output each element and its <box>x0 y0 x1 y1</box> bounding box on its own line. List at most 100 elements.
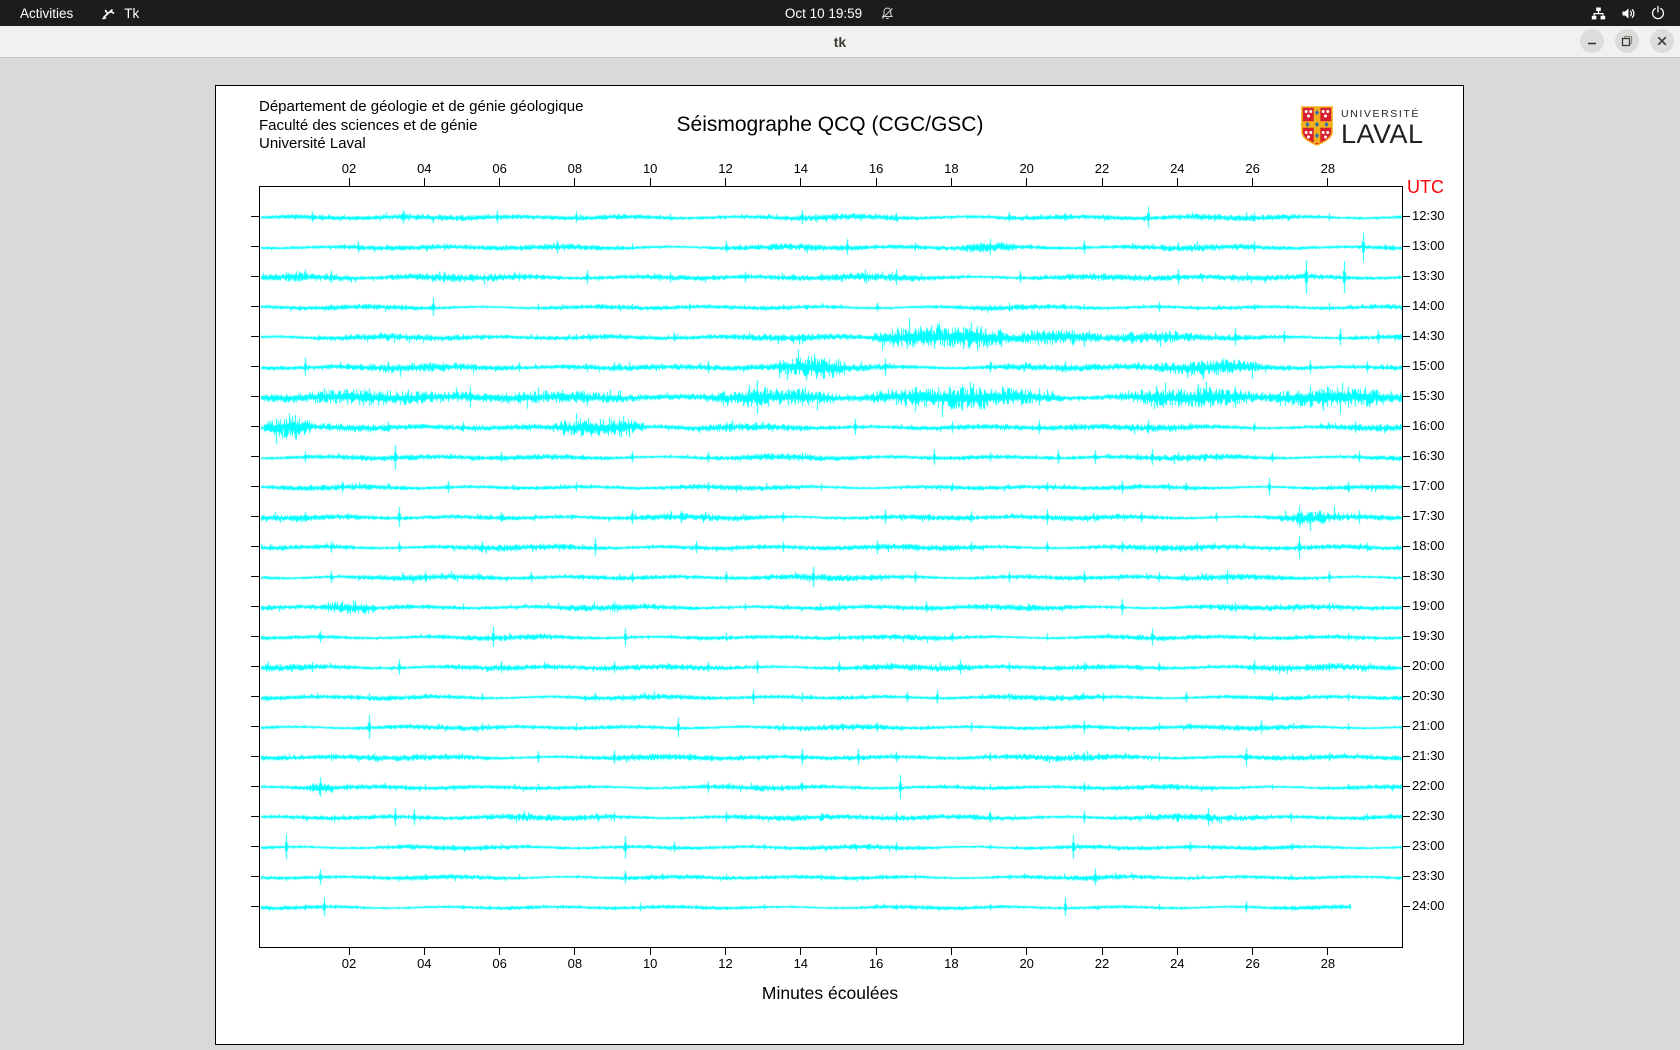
trace-tick-left <box>251 786 259 787</box>
x-tick-bottom <box>950 947 952 955</box>
x-tick-bottom <box>1176 947 1178 955</box>
window-title: tk <box>833 33 847 50</box>
trace-tick-left <box>251 576 259 577</box>
x-tick-top <box>348 178 350 186</box>
x-tick-label-bottom: 18 <box>944 956 959 971</box>
x-tick-label-top: 06 <box>492 161 507 176</box>
trace-tick-right <box>1402 726 1410 727</box>
trace-tick-right <box>1402 816 1410 817</box>
trace-tick-right <box>1402 636 1410 637</box>
x-tick-label-bottom: 02 <box>341 956 357 971</box>
utc-time-label: 17:30 <box>1412 508 1445 523</box>
trace-tick-right <box>1402 216 1410 217</box>
seismograph-figure: Département de géologie et de génie géol… <box>215 85 1464 1045</box>
x-tick-label-bottom: 16 <box>868 956 884 971</box>
utc-time-label: 22:00 <box>1412 778 1445 793</box>
x-tick-label-top: 12 <box>718 161 733 176</box>
app-menu-button[interactable]: Tk <box>85 0 151 26</box>
trace-tick-left <box>251 216 259 217</box>
trace-tick-right <box>1402 876 1410 877</box>
trace-tick-right <box>1402 666 1410 667</box>
trace-tick-left <box>251 636 259 637</box>
x-tick-bottom <box>1252 947 1254 955</box>
x-tick-bottom <box>574 947 576 955</box>
trace-tick-left <box>251 756 259 757</box>
minimize-button[interactable] <box>1580 29 1604 53</box>
trace-tick-left <box>251 486 259 487</box>
utc-time-label: 14:00 <box>1412 298 1445 313</box>
close-button[interactable] <box>1650 29 1674 53</box>
laval-shield-icon <box>1301 106 1333 151</box>
x-tick-label-bottom: 22 <box>1094 956 1110 971</box>
x-tick-top <box>423 178 425 186</box>
trace-tick-left <box>251 366 259 367</box>
x-tick-top <box>1101 178 1103 186</box>
trace-tick-right <box>1402 696 1410 697</box>
utc-time-label: 18:30 <box>1412 568 1445 583</box>
trace-tick-left <box>251 846 259 847</box>
trace-tick-left <box>251 516 259 517</box>
trace-tick-left <box>251 306 259 307</box>
utc-time-label: 13:30 <box>1412 268 1445 283</box>
restore-button[interactable] <box>1615 29 1639 53</box>
clock-button[interactable]: Oct 10 19:59 <box>785 0 895 26</box>
trace-tick-left <box>251 726 259 727</box>
utc-time-label: 12:30 <box>1412 208 1445 223</box>
x-tick-label-bottom: 24 <box>1170 956 1185 971</box>
x-tick-label-top: 02 <box>341 161 357 176</box>
x-tick-label-top: 28 <box>1320 161 1336 176</box>
clock-label: Oct 10 19:59 <box>784 5 863 21</box>
x-tick-label-top: 16 <box>868 161 884 176</box>
header-line-3: Université Laval <box>259 135 366 152</box>
trace-tick-right <box>1402 336 1410 337</box>
trace-tick-right <box>1402 276 1410 277</box>
utc-time-label: 19:30 <box>1412 628 1445 643</box>
x-tick-bottom <box>1327 947 1329 955</box>
system-tray[interactable] <box>1590 0 1666 26</box>
trace-tick-left <box>251 876 259 877</box>
x-tick-top <box>1176 178 1178 186</box>
x-tick-label-bottom: 12 <box>718 956 733 971</box>
trace-tick-right <box>1402 486 1410 487</box>
x-tick-top <box>574 178 576 186</box>
utc-time-label: 15:00 <box>1412 358 1445 373</box>
trace-tick-right <box>1402 786 1410 787</box>
x-tick-label-top: 22 <box>1094 161 1110 176</box>
x-tick-top <box>875 178 877 186</box>
logo-universite-label: UNIVERSITÉ <box>1341 107 1421 120</box>
power-icon <box>1650 5 1666 21</box>
x-tick-bottom <box>875 947 877 955</box>
x-tick-bottom <box>1101 947 1103 955</box>
x-tick-bottom <box>423 947 425 955</box>
trace-tick-left <box>251 606 259 607</box>
x-tick-top <box>950 178 952 186</box>
x-tick-label-top: 24 <box>1170 161 1185 176</box>
utc-time-label: 18:00 <box>1412 538 1445 553</box>
trace-tick-right <box>1402 546 1410 547</box>
x-tick-label-bottom: 04 <box>417 956 432 971</box>
x-axis-title: Minutes écoulées <box>761 983 899 1003</box>
x-tick-top <box>499 178 501 186</box>
x-tick-label-bottom: 08 <box>567 956 583 971</box>
activities-button[interactable]: Activities <box>0 0 85 26</box>
tk-app-icon <box>101 6 116 21</box>
x-tick-bottom <box>725 947 726 955</box>
trace-tick-left <box>251 546 259 547</box>
x-tick-top <box>800 178 802 186</box>
x-tick-label-bottom: 28 <box>1320 956 1336 971</box>
trace-tick-left <box>251 246 259 247</box>
x-tick-bottom <box>499 947 501 955</box>
figure-title: Séismographe QCQ (CGC/GSC) <box>676 113 984 136</box>
x-tick-top <box>1252 178 1254 186</box>
utc-time-label: 19:00 <box>1412 598 1445 613</box>
trace-tick-right <box>1402 576 1410 577</box>
x-tick-top <box>725 178 726 186</box>
trace-tick-left <box>251 456 259 457</box>
x-tick-label-top: 08 <box>567 161 583 176</box>
x-tick-label-bottom: 06 <box>492 956 507 971</box>
trace-tick-right <box>1402 396 1410 397</box>
trace-tick-left <box>251 816 259 817</box>
plot-area <box>259 186 1403 948</box>
utc-time-label: 17:00 <box>1412 478 1445 493</box>
seismograph-traces-canvas <box>260 187 1402 947</box>
